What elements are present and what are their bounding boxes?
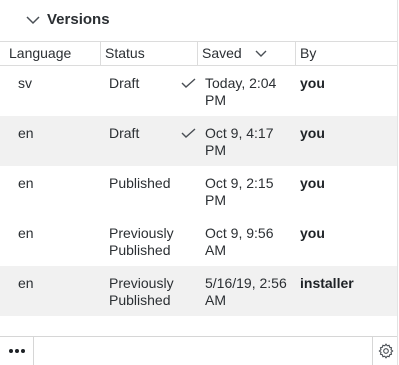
- row-saved: Oct 9, 9:56 AM: [205, 225, 274, 258]
- settings-button[interactable]: [372, 337, 398, 365]
- row-author: you: [300, 75, 325, 91]
- column-label-by: By: [300, 45, 317, 61]
- ellipsis-icon: [8, 349, 25, 353]
- versions-header-toggle[interactable]: Versions: [0, 0, 397, 41]
- row-status: Draft: [109, 75, 140, 91]
- row-author: you: [300, 125, 325, 141]
- row-saved: Today, 2:04 PM: [205, 75, 277, 108]
- version-row[interactable]: en Previously Published Oct 9, 9:56 AM you: [0, 216, 397, 266]
- panel-title: Versions: [47, 11, 110, 28]
- column-header-by[interactable]: By: [295, 42, 397, 65]
- column-header-language[interactable]: Language: [0, 42, 100, 65]
- row-status: Previously Published: [109, 225, 174, 258]
- row-saved: Oct 9, 4:17 PM: [205, 125, 274, 158]
- row-language: en: [18, 225, 34, 241]
- checkmark-icon: [181, 128, 196, 138]
- row-status: Published: [109, 175, 171, 191]
- column-label-language: Language: [9, 45, 72, 61]
- row-author: you: [300, 225, 325, 241]
- row-saved: 5/16/19, 2:56 AM: [205, 275, 287, 308]
- versions-panel: Versions Language Status Saved By sv Dra…: [0, 0, 398, 365]
- row-language: en: [18, 175, 34, 191]
- panel-footer: [0, 336, 397, 365]
- version-row[interactable]: sv Draft Today, 2:04 PM you: [0, 66, 397, 116]
- row-language: sv: [18, 75, 32, 91]
- column-label-status: Status: [105, 45, 145, 61]
- row-language: en: [18, 125, 34, 141]
- chevron-down-icon: [26, 16, 40, 25]
- row-saved: Oct 9, 2:15 PM: [205, 175, 274, 208]
- row-language: en: [18, 275, 34, 291]
- column-label-saved: Saved: [202, 45, 242, 61]
- gear-icon: [378, 343, 393, 359]
- version-row[interactable]: en Published Oct 9, 2:15 PM you: [0, 166, 397, 216]
- column-header-status[interactable]: Status: [100, 42, 197, 65]
- row-author: installer: [300, 275, 354, 291]
- column-header-row: Language Status Saved By: [0, 41, 397, 66]
- row-status: Draft: [109, 125, 140, 141]
- column-header-saved[interactable]: Saved: [197, 42, 295, 65]
- sort-descending-icon: [255, 50, 267, 57]
- more-options-button[interactable]: [0, 337, 34, 365]
- row-author: you: [300, 175, 325, 191]
- version-row[interactable]: en Previously Published 5/16/19, 2:56 AM i…: [0, 266, 397, 316]
- row-status: Previously Published: [109, 275, 174, 308]
- checkmark-icon: [181, 78, 196, 88]
- version-row[interactable]: en Draft Oct 9, 4:17 PM you: [0, 116, 397, 166]
